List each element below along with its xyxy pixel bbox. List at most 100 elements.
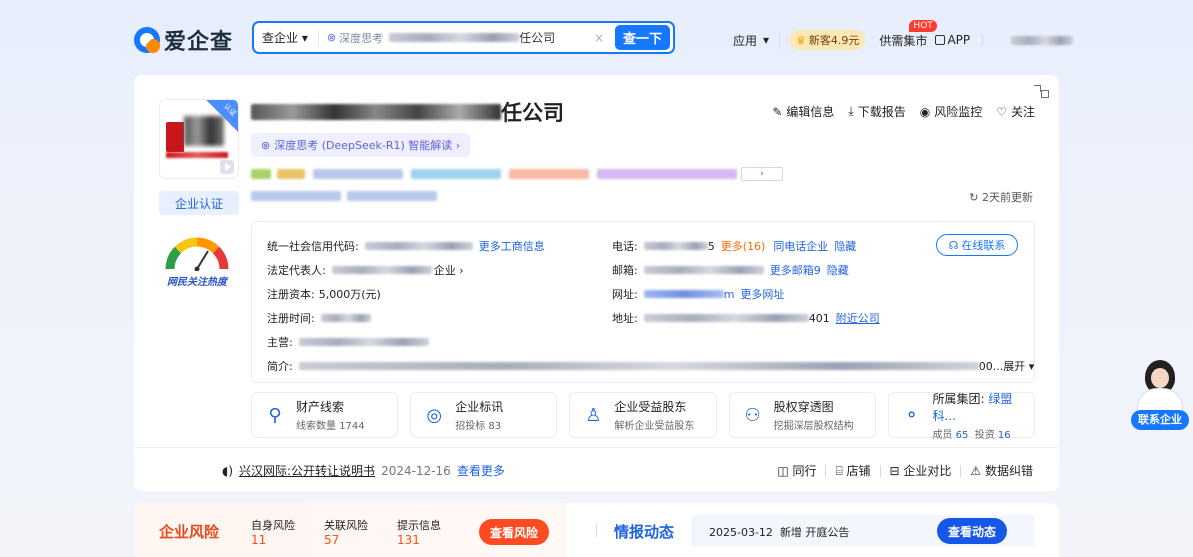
company-card: 认证 企业认证 网民关注热度 任公司 ✎ 编辑信息 ⤓ 下载报告 ◉ 风险监控 ♡ 关注… <box>134 75 1059 491</box>
feature-beneficiary[interactable]: ♙ 企业受益股东 解析企业受益股东 <box>569 392 717 438</box>
nav-app-download[interactable]: APP <box>935 33 970 47</box>
nearby-companies-link[interactable]: 附近公司 <box>836 310 880 326</box>
feature-property-clues[interactable]: ⚲ 财产线索 线索数量 1744 <box>251 392 399 438</box>
feature-bids[interactable]: ◎ 企业标讯 招投标 83 <box>410 392 558 438</box>
store-button[interactable]: ⌸ 店铺 <box>835 462 870 479</box>
capital-row: 注册资本: 5,000万(元) <box>267 288 381 301</box>
company-logo[interactable]: 认证 <box>159 99 239 179</box>
more-phones-link[interactable]: 更多(16) <box>721 238 766 254</box>
speaker-icon: ◖) <box>222 463 234 478</box>
deepseek-insight-chip[interactable]: ⊗ 深度思考 (DeepSeek-R1) 智能解读 › <box>251 133 471 157</box>
email-row: 邮箱: 更多邮箱9 隐藏 <box>612 262 849 278</box>
equity-icon: ⚇ <box>744 404 761 426</box>
floating-contact[interactable]: 联系企业 <box>1131 360 1189 430</box>
legal-rep-link[interactable]: 企业 › <box>434 262 464 278</box>
same-phone-link[interactable]: 同电话企业 <box>773 238 828 254</box>
feature-group[interactable]: ⚬ 所属集团: 绿盟科... 成员 65 投资 16 <box>887 392 1036 441</box>
deepseek-icon: ⊗ <box>261 138 271 152</box>
contact-company-label: 联系企业 <box>1131 410 1189 430</box>
tag-more[interactable]: › <box>741 167 783 181</box>
edit-info-button[interactable]: ✎ 编辑信息 <box>772 103 834 120</box>
announcement-link[interactable]: 兴汉网际:公开转让说明书 <box>239 462 375 479</box>
more-email-link[interactable]: 更多邮箱9 <box>770 262 821 278</box>
search-input[interactable]: 任公司 <box>389 29 555 46</box>
nav-divider <box>779 34 781 46</box>
share-corner-icon[interactable] <box>1033 84 1049 100</box>
announcement: ◖) 兴汉网际:公开转让说明书 2024-12-16 查看更多 <box>222 462 505 479</box>
eye-icon: ◉ <box>919 104 931 119</box>
view-risk-button[interactable]: 查看风险 <box>479 519 549 545</box>
risk-monitor-button[interactable]: ◉ 风险监控 <box>920 103 983 120</box>
hide-phone-link[interactable]: 隐藏 <box>834 238 856 254</box>
company-name: 任公司 <box>251 97 564 127</box>
nav-market[interactable]: HOT 供需集市 <box>879 19 937 49</box>
follow-button[interactable]: ♡ 关注 <box>996 103 1035 120</box>
site-logo[interactable]: 爱企查 <box>134 24 233 56</box>
section-divider <box>596 523 597 537</box>
intel-latest[interactable]: 2025-03-12 新增 开庭公告 <box>709 524 849 540</box>
user-menu[interactable] <box>1011 33 1074 47</box>
risk-intel-bar: 企业风险 自身风险 11 关联风险 57 提示信息 131 查看风险 情报动态 202… <box>134 503 1059 557</box>
company-actions: ✎ 编辑信息 ⤓ 下载报告 ◉ 风险监控 ♡ 关注 <box>772 103 1035 120</box>
refresh-icon: ↻ <box>969 191 979 204</box>
play-icon[interactable] <box>220 160 234 174</box>
search-scope-select[interactable]: 查企业 ▾ <box>254 29 319 46</box>
expand-link[interactable]: 展开 ▾ <box>1003 358 1034 374</box>
credit-code-row: 统一社会信用代码: 更多工商信息 <box>267 238 545 254</box>
clear-icon[interactable]: × <box>594 31 604 45</box>
app-icon <box>935 35 946 45</box>
more-website-link[interactable]: 更多网址 <box>740 286 784 302</box>
phone-row: 电话: 5 更多(16) 同电话企业 隐藏 <box>612 238 857 254</box>
search-button[interactable]: 查一下 <box>615 25 670 50</box>
intel-title: 情报动态 <box>614 523 675 541</box>
contact-online-button[interactable]: ☊ 在线联系 <box>936 234 1018 256</box>
heat-gauge-icon <box>165 237 229 271</box>
download-report-button[interactable]: ⤓ 下载报告 <box>848 103 905 120</box>
announcement-more-link[interactable]: 查看更多 <box>457 462 505 479</box>
clue-icon: ⚲ <box>268 404 282 426</box>
deepseek-toggle[interactable]: ⊗ 深度思考 <box>327 30 383 46</box>
risk-title: 企业风险 <box>159 523 220 541</box>
company-tags-2 <box>251 189 451 203</box>
peers-button[interactable]: ◫ 同行 <box>777 462 816 479</box>
nav-app-menu[interactable]: 应用 ▾ <box>733 32 769 49</box>
heat-label: 网民关注热度 <box>167 277 227 288</box>
business-info-box: 统一社会信用代码: 更多工商信息 法定代表人: 企业 › 注册资本: 5,000… <box>251 221 1035 383</box>
view-intel-button[interactable]: 查看动态 <box>937 518 1007 544</box>
card-footer: ◖) 兴汉网际:公开转让说明书 2024-12-16 查看更多 ◫ 同行 ⌸ 店… <box>134 447 1059 491</box>
top-header: 爱企查 查企业 ▾ ⊗ 深度思考 任公司 × 查一下 应用 ▾ ♛ 新客4.9元 … <box>0 0 1193 70</box>
certified-ribbon: 认证 <box>205 100 238 133</box>
chevron-down-icon: ▾ <box>763 33 770 47</box>
nav-divider <box>982 34 984 46</box>
enterprise-cert-button[interactable]: 企业认证 <box>159 191 239 215</box>
deepseek-icon: ⊗ <box>326 31 337 44</box>
headset-icon: ☊ <box>948 238 959 252</box>
compare-button[interactable]: ⊟ 企业对比 <box>890 462 952 479</box>
feature-equity-graph[interactable]: ⚇ 股权穿透图 挖掘深层股权结构 <box>728 392 876 438</box>
main-business-row: 主营: <box>267 334 429 350</box>
legal-rep-row: 法定代表人: 企业 › <box>267 262 464 278</box>
data-correction-button[interactable]: ⚠ 数据纠错 <box>970 462 1033 479</box>
more-business-link[interactable]: 更多工商信息 <box>479 238 545 254</box>
top-nav: 应用 ▾ ♛ 新客4.9元 HOT 供需集市 APP <box>733 19 1074 50</box>
crown-icon: ♛ <box>796 33 806 47</box>
notice-info[interactable]: 提示信息 131 <box>397 517 441 547</box>
hide-email-link[interactable]: 隐藏 <box>827 262 849 278</box>
update-time[interactable]: ↻ 2天前更新 <box>969 189 1033 205</box>
related-risk[interactable]: 关联风险 57 <box>324 517 368 547</box>
group-icon: ⚬ <box>904 404 920 426</box>
intel-box: 2025-03-12 新增 开庭公告 查看动态 <box>691 515 1035 547</box>
risk-section: 企业风险 自身风险 11 关联风险 57 提示信息 131 查看风险 <box>134 503 566 557</box>
feature-cards: ⚲ 财产线索 线索数量 1744 ◎ 企业标讯 招投标 83 ♙ 企业受益股东 解析企… <box>251 392 1036 441</box>
vip-offer-badge[interactable]: ♛ 新客4.9元 <box>790 30 866 50</box>
bid-icon: ◎ <box>426 404 443 426</box>
redacted-query <box>389 33 520 42</box>
footer-tools: ◫ 同行 ⌸ 店铺 ⊟ 企业对比 ⚠ 数据纠错 <box>777 462 1033 479</box>
logo-text: 爱企查 <box>164 30 234 55</box>
website-row: 网址: m 更多网址 <box>612 286 785 302</box>
company-tags: › <box>251 167 791 181</box>
address-row: 地址: 401 附近公司 <box>612 310 880 326</box>
self-risk[interactable]: 自身风险 11 <box>251 517 295 547</box>
hot-tag: HOT <box>909 19 937 32</box>
search-box: 查企业 ▾ ⊗ 深度思考 任公司 × 查一下 <box>252 21 675 54</box>
